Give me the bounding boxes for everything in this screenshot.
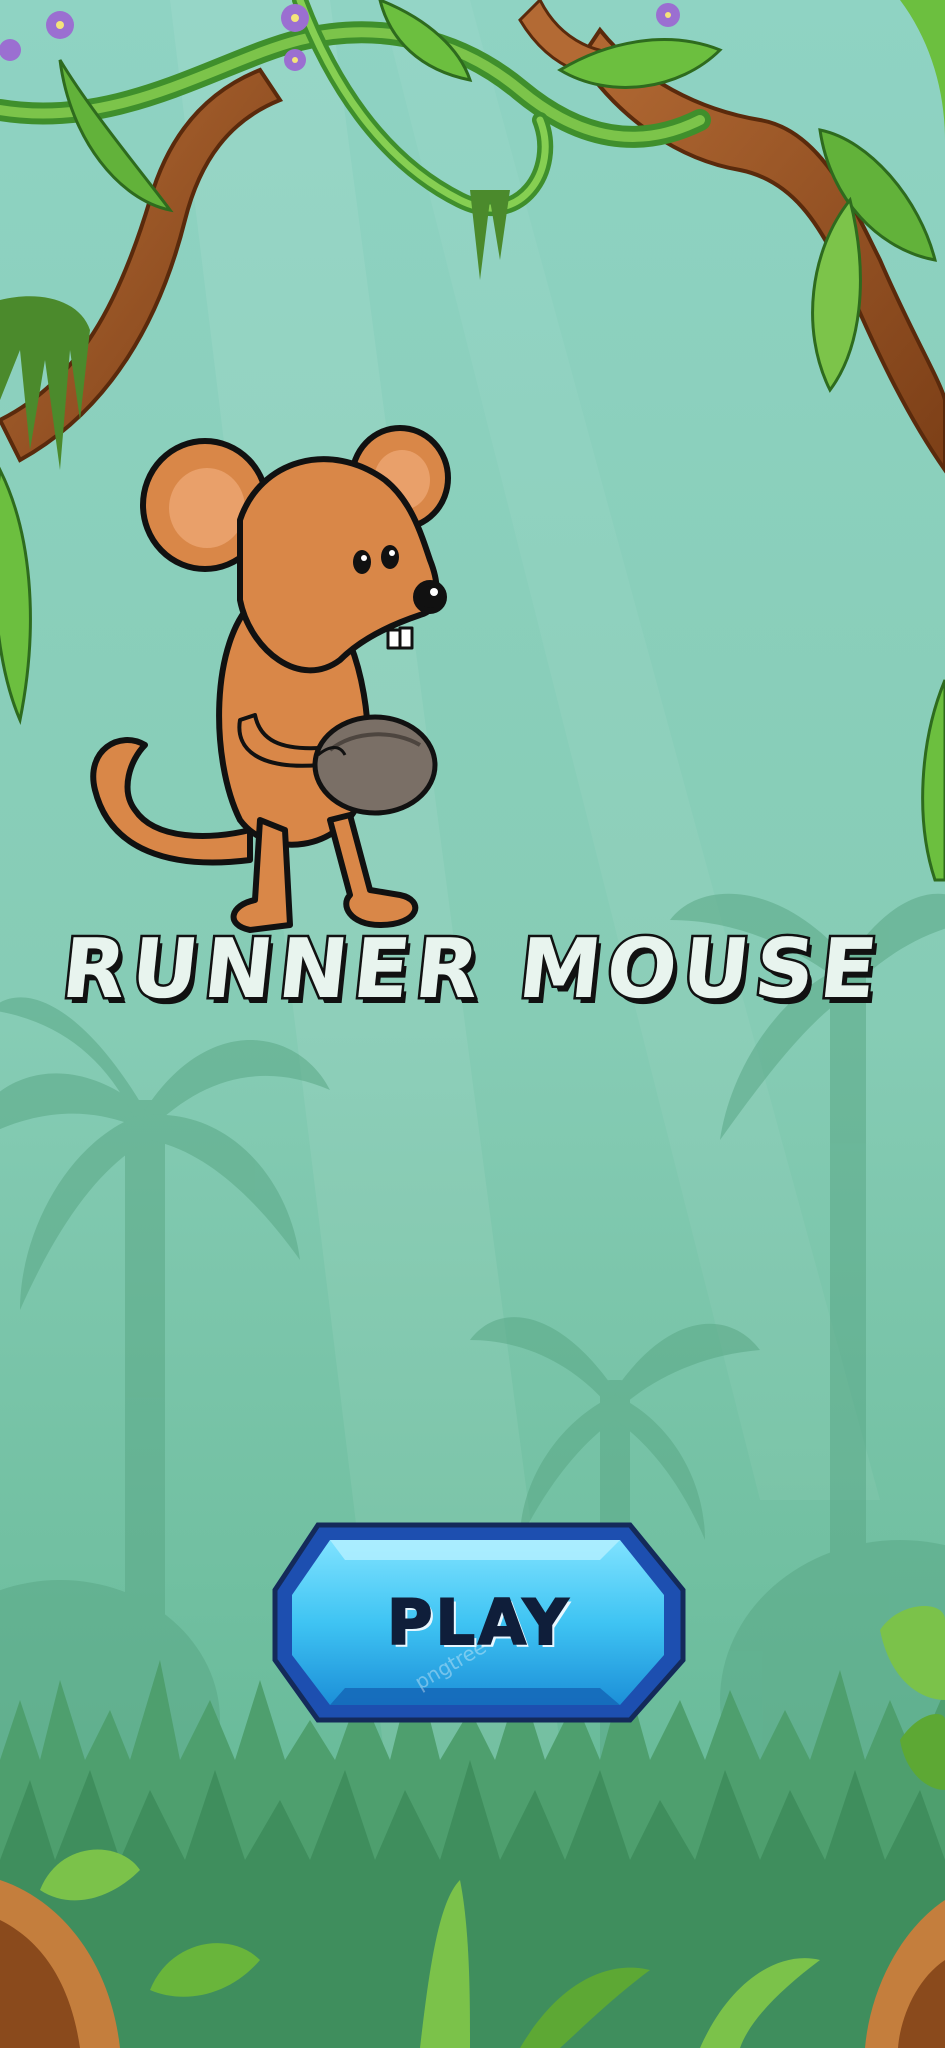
- acorn: [312, 714, 438, 816]
- play-button[interactable]: PLAY: [275, 1525, 683, 1720]
- play-button-label: PLAY: [386, 1585, 571, 1660]
- jungle-background: pngtree: [0, 0, 945, 2048]
- game-title: RUNNER MOUSE: [55, 920, 890, 1020]
